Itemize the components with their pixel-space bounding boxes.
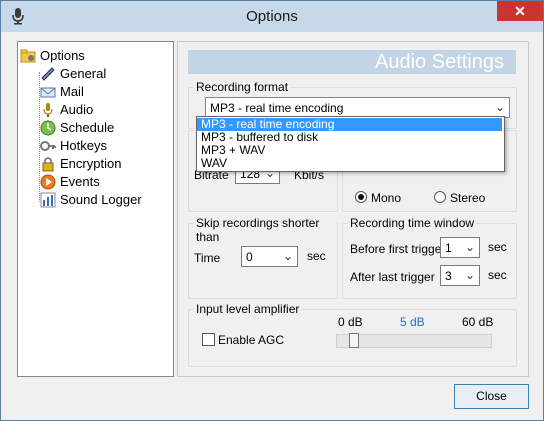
skip-unit: sec [307,249,326,263]
before-unit: sec [488,240,507,254]
chevron-down-icon: ⌄ [282,249,293,263]
mono-radio[interactable] [355,191,367,203]
chevron-down-icon: ⌄ [464,240,475,254]
tree-label: Audio [60,102,94,117]
format-option[interactable]: WAV [197,157,502,170]
after-unit: sec [488,268,507,282]
tree-label: Events [60,174,100,189]
stereo-radio[interactable] [434,191,446,203]
format-option[interactable]: MP3 + WAV [197,144,502,157]
options-window: Options ✕ Options General Mail Audio Sch… [0,0,544,421]
tree-label: General [60,66,107,81]
slider-thumb[interactable] [349,333,359,348]
amplifier-slider[interactable] [336,333,492,348]
options-folder-icon [20,49,36,63]
skip-time-value: 0 [246,250,253,264]
chevron-down-icon: ⌄ [464,268,475,282]
tree-label: Options [40,48,85,63]
recording-format-value: MP3 - real time encoding [210,101,344,115]
after-trigger-select[interactable]: 3 ⌄ [440,265,480,286]
enable-agc-checkbox[interactable] [202,333,215,346]
options-tree[interactable]: Options General Mail Audio Schedule Hotk… [17,41,174,377]
after-trigger-label: After last trigger [350,270,435,284]
recording-format-dropdown[interactable]: MP3 - real time encoding MP3 - buffered … [196,116,505,172]
sound-logger-icon [40,192,56,208]
close-button[interactable]: Close [454,384,529,409]
encryption-icon [42,157,54,172]
tree-label: Mail [60,84,84,99]
input-level-amplifier-label: Input level amplifier [194,302,302,316]
panel-banner: Audio Settings [188,50,516,74]
mail-icon [40,87,56,98]
tree-label: Sound Logger [60,192,142,207]
after-trigger-value: 3 [445,269,452,283]
skip-time-select[interactable]: 0 ⌄ [241,246,298,267]
hotkeys-icon [40,141,56,151]
tree-label: Hotkeys [60,138,107,153]
title-bar: Options ✕ [1,1,543,32]
stereo-label: Stereo [450,191,486,205]
general-icon [41,67,55,81]
close-window-button[interactable]: ✕ [497,1,543,21]
amplifier-max-label: 60 dB [462,315,494,329]
enable-agc-label: Enable AGC [218,333,285,347]
amplifier-current-label: 5 dB [400,315,425,329]
recording-time-window-group: Recording time window [342,216,517,299]
skip-recordings-label: Skip recordings shorter than [194,216,337,244]
events-icon [40,174,56,190]
recording-time-window-label: Recording time window [348,216,477,230]
chevron-down-icon: ⌄ [494,100,505,114]
audio-settings-panel: Audio Settings Recording format MP3 - re… [177,41,529,377]
before-trigger-value: 1 [445,241,452,255]
before-trigger-select[interactable]: 1 ⌄ [440,237,480,258]
mono-label: Mono [371,191,402,205]
tree-label: Encryption [60,156,122,171]
recording-format-select[interactable]: MP3 - real time encoding ⌄ [205,97,510,118]
audio-icon [43,103,53,117]
tree-label: Schedule [60,120,115,135]
amplifier-min-label: 0 dB [338,315,363,329]
time-label: Time [194,251,221,265]
recording-format-label: Recording format [194,80,291,94]
client-area: Options General Mail Audio Schedule Hotk… [9,32,535,412]
before-trigger-label: Before first trigger [350,242,446,256]
schedule-icon [40,120,56,136]
radio-dot [358,194,364,200]
window-title: Options [246,8,298,25]
